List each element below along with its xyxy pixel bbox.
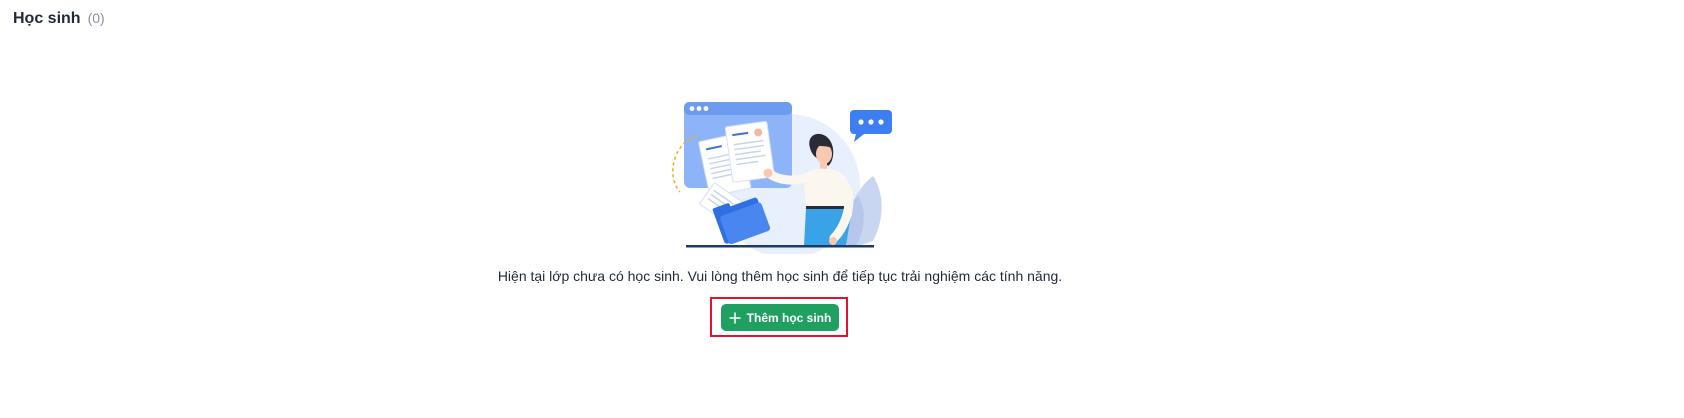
empty-state-message: Hiện tại lớp chưa có học sinh. Vui lòng … bbox=[0, 268, 1684, 284]
page-header: Học sinh (0) bbox=[13, 10, 105, 28]
empty-state-message-text: Hiện tại lớp chưa có học sinh. Vui lòng … bbox=[497, 268, 1063, 284]
page-title: Học sinh bbox=[13, 10, 81, 27]
student-count: (0) bbox=[87, 10, 105, 26]
plus-icon bbox=[728, 311, 741, 324]
add-student-button[interactable]: Thêm học sinh bbox=[721, 304, 839, 331]
students-page: Học sinh (0) Hiện tại lớp chưa có học si… bbox=[0, 0, 1684, 418]
empty-students-illustration bbox=[672, 102, 892, 254]
add-student-button-label: Thêm học sinh bbox=[746, 310, 832, 325]
